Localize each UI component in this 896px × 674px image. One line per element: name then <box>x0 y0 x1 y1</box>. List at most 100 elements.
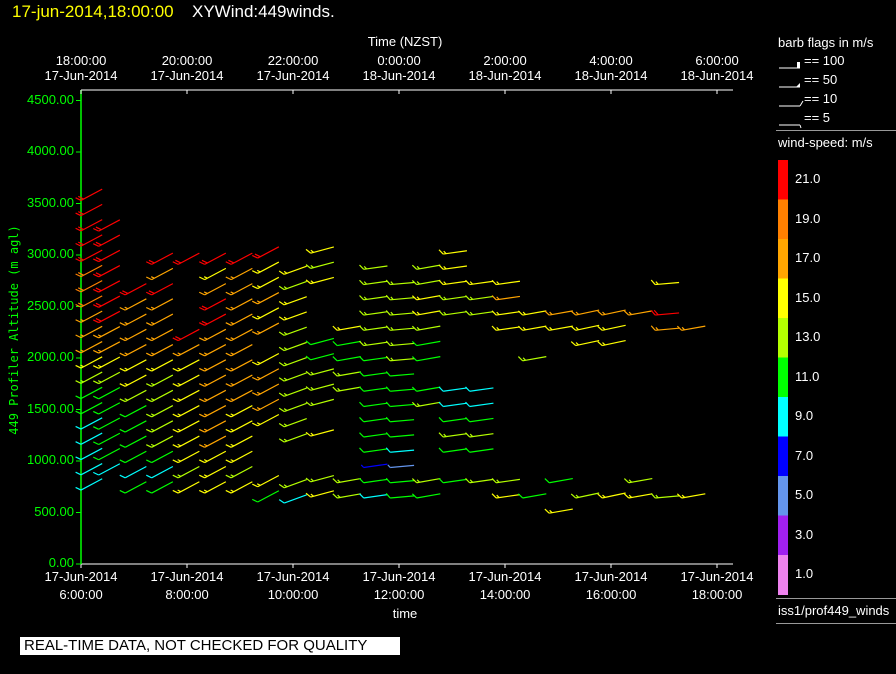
wind-barb <box>146 389 174 403</box>
wind-barb <box>225 328 253 342</box>
wind-barb <box>465 447 494 453</box>
wind-barb <box>146 435 174 448</box>
barb-staff <box>124 450 147 464</box>
barb-staff <box>363 295 388 301</box>
barb-half-tick <box>575 494 580 498</box>
barb-full-tick <box>438 295 444 301</box>
barb-staff <box>549 325 573 331</box>
wind-barb <box>544 477 573 484</box>
wind-barb <box>119 389 147 403</box>
wind-barb <box>438 447 468 453</box>
barb-full-tick <box>146 352 152 357</box>
barb-full-tick <box>332 386 338 392</box>
barb-half-tick <box>203 382 208 386</box>
wind-barb <box>75 447 103 461</box>
barb-staff <box>443 280 468 286</box>
barb-staff <box>655 495 680 499</box>
barb-staff <box>98 463 121 476</box>
colorbar-label: 3.0 <box>795 526 814 542</box>
wind-barb <box>93 280 121 293</box>
wind-barb <box>305 353 335 361</box>
barb-full-tick <box>95 226 102 231</box>
barb-full-tick <box>544 478 550 484</box>
barb-full-tick <box>411 264 418 270</box>
barb-staff <box>310 261 335 269</box>
barb-staff <box>416 356 441 362</box>
barb-full-tick <box>225 322 232 326</box>
barb-staff <box>151 481 174 494</box>
wind-barb <box>119 374 147 387</box>
barb-full-tick <box>332 493 338 499</box>
barb-full-tick <box>650 279 656 285</box>
barb-staff <box>390 403 415 408</box>
barb-full-tick <box>119 383 126 387</box>
wind-barb <box>359 386 388 392</box>
barb-full-tick <box>252 407 258 412</box>
barb-half-tick <box>256 315 261 319</box>
barb-full-tick <box>332 340 338 346</box>
wind-barb <box>491 279 521 286</box>
barb-staff <box>283 326 307 336</box>
barb-full-tick <box>119 352 126 357</box>
barb-half-tick <box>283 484 288 488</box>
barb-full-tick <box>570 493 577 499</box>
wind-barb <box>278 433 307 443</box>
barb-staff <box>363 387 388 392</box>
barb-full-tick <box>75 441 82 445</box>
wind-barb <box>411 295 441 301</box>
barb-staff <box>628 493 653 499</box>
barb-full-tick <box>252 300 258 305</box>
barb-full-tick <box>544 310 550 316</box>
wind-barb <box>172 328 200 342</box>
barb-half-tick <box>230 428 235 432</box>
barb-full-tick <box>199 352 205 357</box>
wind-barb <box>676 325 706 331</box>
pennant-100-icon <box>797 62 800 68</box>
barb-full-tick <box>95 287 102 292</box>
barb-full-tick <box>146 322 152 326</box>
barb-full-tick <box>146 444 152 448</box>
barb-staff <box>390 464 415 469</box>
barb-full-tick <box>225 383 232 387</box>
wind-barb <box>491 295 521 301</box>
wind-barb <box>199 344 227 357</box>
barb-full-tick <box>146 383 152 387</box>
barb-full-tick <box>305 248 312 254</box>
wind-barb <box>465 279 494 286</box>
barb-staff <box>124 405 147 418</box>
barb-half-tick <box>310 402 314 406</box>
barb-staff <box>602 324 626 331</box>
barb-half-tick <box>256 422 261 425</box>
wind-barb <box>93 447 121 461</box>
wind-barb <box>650 325 680 331</box>
barb-half-tick <box>230 382 235 386</box>
barb-half-tick <box>124 306 129 310</box>
wind-barb <box>385 493 415 499</box>
barb-full-tick <box>278 361 285 367</box>
wind-barb <box>199 465 227 479</box>
barb-half-tick <box>602 326 606 331</box>
barb-staff <box>177 359 200 372</box>
barb-half-tick <box>230 306 235 310</box>
colorbar-swatch <box>778 278 788 319</box>
barb-full-tick <box>359 432 365 438</box>
barb-staff <box>443 433 468 438</box>
wind-barb <box>305 337 335 346</box>
wind-barb <box>544 508 573 514</box>
wind-barb <box>411 264 441 270</box>
wind-barb <box>93 417 121 430</box>
barb-staff <box>496 326 521 331</box>
barb-full-tick <box>491 325 497 331</box>
wind-barb <box>172 420 200 433</box>
barb-staff <box>496 280 521 286</box>
barb-full-tick <box>146 261 152 265</box>
barb-staff <box>283 341 307 352</box>
wind-barb <box>411 493 441 499</box>
pennant-50-icon <box>796 83 800 87</box>
barb-full-tick <box>278 377 285 382</box>
barb-half-tick <box>575 342 580 346</box>
barb-staff <box>443 402 468 408</box>
wind-barb <box>93 402 121 415</box>
barb-staff <box>230 359 253 372</box>
wind-barb <box>438 401 468 408</box>
